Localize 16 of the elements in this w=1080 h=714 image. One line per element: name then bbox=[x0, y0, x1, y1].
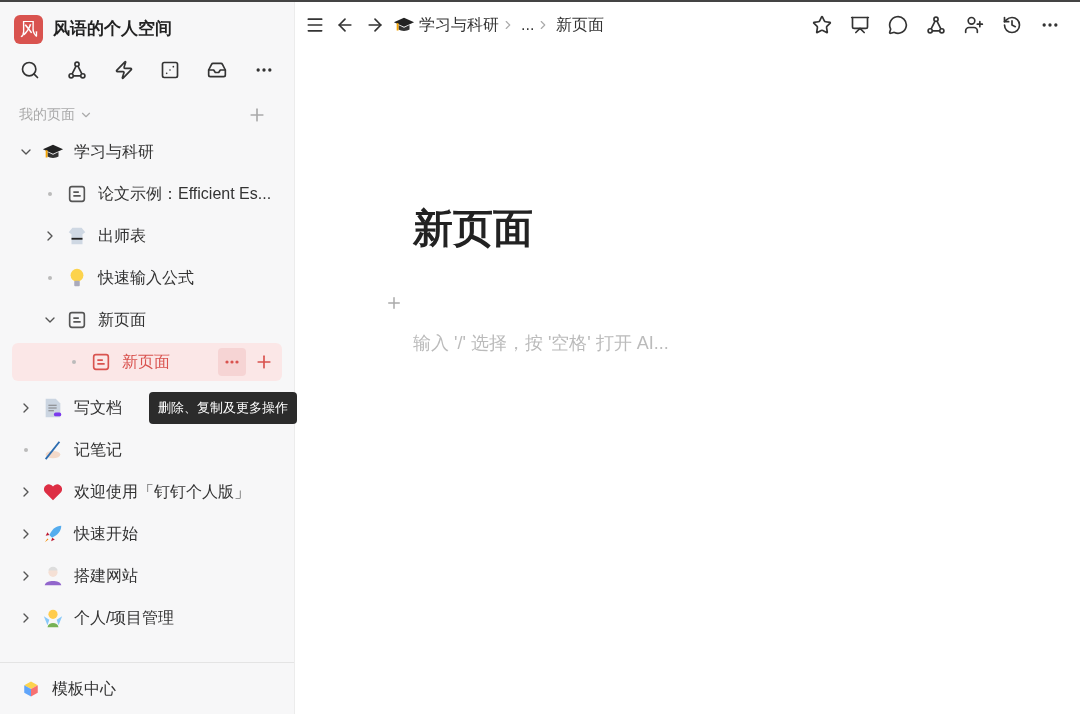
page-title: 学习与科研 bbox=[74, 142, 154, 162]
page-title: 快速开始 bbox=[74, 524, 138, 544]
page-title: 欢迎使用「钉钉个人版」 bbox=[74, 482, 250, 502]
workspace-name: 风语的个人空间 bbox=[53, 18, 172, 41]
page-title: 个人/项目管理 bbox=[74, 608, 175, 628]
page-title: 写文档 bbox=[74, 398, 122, 418]
page-title: 新页面 bbox=[98, 310, 146, 330]
page-title: 新页面 bbox=[122, 352, 170, 372]
tooltip: 删除、复制及更多操作 bbox=[149, 392, 297, 424]
page-title: 快速输入公式 bbox=[98, 268, 194, 288]
page-title: 记笔记 bbox=[74, 440, 122, 460]
page-title: 论文示例：Efficient Es... bbox=[98, 184, 272, 204]
page-title: 搭建网站 bbox=[74, 566, 138, 586]
page-title: 新页面 bbox=[413, 208, 534, 248]
page-title: 出师表 bbox=[98, 226, 146, 246]
workspace-logo: 风 bbox=[14, 14, 43, 44]
